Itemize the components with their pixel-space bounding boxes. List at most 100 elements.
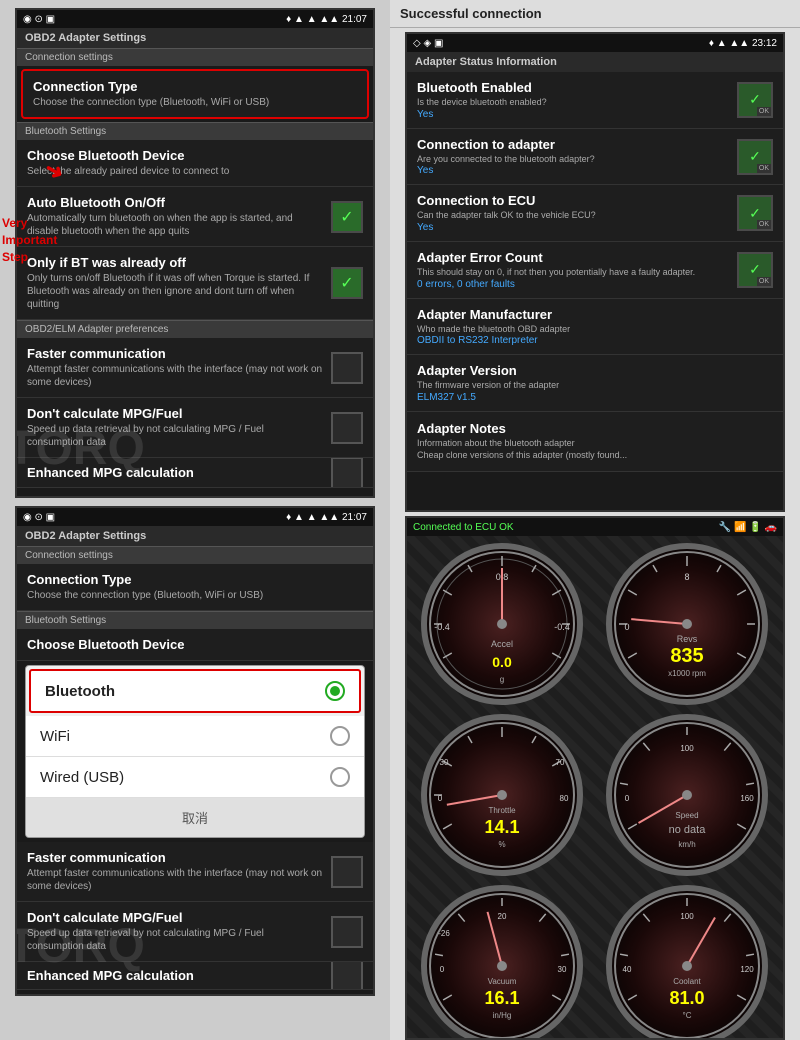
adapter-connection-value: Yes [417, 165, 729, 176]
adapter-error-item: Adapter Error Count This should stay on … [407, 242, 783, 299]
enhanced-mpg-checkbox[interactable] [331, 458, 363, 488]
enhanced-mpg-item[interactable]: Enhanced MPG calculation [17, 458, 373, 488]
svg-text:Throttle: Throttle [488, 806, 516, 815]
svg-text:120: 120 [740, 965, 754, 974]
adapter-manufacturer-item: Adapter Manufacturer Who made the blueto… [407, 299, 783, 356]
adapter-error-desc: This should stay on 0, if not then you p… [417, 267, 729, 279]
svg-text:81.0: 81.0 [669, 988, 704, 1008]
connection-type-title: Connection Type [33, 79, 357, 94]
auto-bluetooth-checkbox[interactable]: ✓ [331, 201, 363, 233]
adapter-error-title: Adapter Error Count [417, 250, 729, 265]
gauges-status-icons: 🔧 📶 🔋 🚗 [719, 522, 777, 533]
svg-text:Revs: Revs [677, 634, 698, 644]
bottom-enhanced-mpg-item[interactable]: Enhanced MPG calculation [17, 962, 373, 990]
svg-text:g: g [500, 675, 504, 684]
right-app-title: Adapter Status Information [407, 52, 783, 72]
gauges-status-bar: Connected to ECU OK 🔧 📶 🔋 🚗 [407, 518, 783, 536]
svg-text:Vacuum: Vacuum [488, 977, 517, 986]
dropdown-wifi-option[interactable]: WiFi [26, 716, 364, 757]
bottom-connection-header: Connection settings [17, 546, 373, 564]
bottom-connection-type-item[interactable]: Connection Type Choose the connection ty… [17, 564, 373, 611]
adapter-error-value: 0 errors, 0 other faults [417, 279, 729, 290]
status-right: ♦ ▲ ▲ ▲▲ 21:07 [286, 14, 367, 25]
adapter-ecu-title: Connection to ECU [417, 193, 729, 208]
svg-text:30: 30 [440, 758, 449, 767]
wifi-radio[interactable] [330, 726, 350, 746]
adapter-bluetooth-title: Bluetooth Enabled [417, 80, 729, 95]
adapter-version-title: Adapter Version [417, 363, 773, 378]
svg-text:0: 0 [440, 965, 445, 974]
gauge-revs: 8 0 Revs 835 x1000 rpm [598, 542, 777, 707]
dropdown-cancel-btn[interactable]: 取消 [26, 798, 364, 837]
svg-text:0.0: 0.0 [492, 654, 512, 670]
successful-connection-label: Successful connection [390, 0, 800, 28]
usb-radio[interactable] [330, 767, 350, 787]
right-status-left: ◇ ◈ ▣ [413, 38, 443, 49]
svg-text:100: 100 [680, 912, 694, 921]
bottom-faster-comm-item[interactable]: Faster communication Attempt faster comm… [17, 842, 373, 902]
adapter-connection-ok: ✓ [737, 139, 773, 175]
no-mpg-item[interactable]: Don't calculate MPG/Fuel Speed up data r… [17, 398, 373, 458]
svg-text:-0.4: -0.4 [554, 622, 570, 632]
svg-text:km/h: km/h [678, 840, 695, 849]
bottom-no-mpg-item[interactable]: Don't calculate MPG/Fuel Speed up data r… [17, 902, 373, 962]
gauges-status-text: Connected to ECU OK [413, 522, 514, 533]
gauge-coolant: 40 120 100 Coolant 81.0 °C [598, 884, 777, 1040]
gauges-grid: 0.8 -0.4 -0.4 Accel 0.0 g [407, 536, 783, 1038]
enhanced-mpg-title: Enhanced MPG calculation [27, 465, 323, 480]
bottom-enhanced-mpg-checkbox[interactable] [331, 962, 363, 990]
wifi-option-label: WiFi [40, 728, 70, 745]
bt-already-off-checkbox[interactable]: ✓ [331, 267, 363, 299]
connection-type-item[interactable]: Connection Type Choose the connection ty… [21, 69, 369, 119]
adapter-notes-value: Cheap clone versions of this adapter (mo… [417, 450, 773, 462]
right-status-bar: ◇ ◈ ▣ ♦ ▲ ▲▲ 23:12 [407, 34, 783, 52]
svg-text:70: 70 [556, 758, 565, 767]
svg-text:100: 100 [680, 744, 694, 753]
auto-bluetooth-item[interactable]: Auto Bluetooth On/Off Automatically turn… [17, 187, 373, 247]
bottom-connection-type-title: Connection Type [27, 572, 363, 587]
bottom-left-app-title: OBD2 Adapter Settings [17, 526, 373, 546]
svg-text:Speed: Speed [675, 811, 698, 820]
adapter-ecu-value: Yes [417, 222, 729, 233]
adapter-error-ok: ✓ [737, 252, 773, 288]
svg-text:14.1: 14.1 [484, 817, 519, 837]
adapter-bluetooth-ok: ✓ [737, 82, 773, 118]
gauge-accel: 0.8 -0.4 -0.4 Accel 0.0 g [413, 542, 592, 707]
top-right-phone: ◇ ◈ ▣ ♦ ▲ ▲▲ 23:12 Adapter Status Inform… [405, 32, 785, 512]
adapter-manufacturer-value[interactable]: OBDII to RS232 Interpreter [417, 335, 773, 346]
bluetooth-radio[interactable] [325, 681, 345, 701]
bottom-right-phone: Connected to ECU OK 🔧 📶 🔋 🚗 [405, 516, 785, 1040]
svg-text:°C: °C [683, 1011, 692, 1020]
no-mpg-desc: Speed up data retrieval by not calculati… [27, 423, 323, 449]
adapter-notes-desc: Information about the bluetooth adapter [417, 438, 773, 450]
dropdown-bluetooth-option[interactable]: Bluetooth [29, 669, 361, 713]
gauge-vacuum: 0 30 20 -26 Vacuum 16.1 in/Hg [413, 884, 592, 1040]
bottom-enhanced-mpg-title: Enhanced MPG calculation [27, 968, 323, 983]
faster-comm-desc: Attempt faster communications with the i… [27, 363, 323, 389]
bottom-left-status-bar: ◉ ⊙ ▣ ♦ ▲ ▲ ▲▲ 21:07 [17, 508, 373, 526]
choose-bluetooth-item[interactable]: Choose Bluetooth Device Select the alrea… [17, 140, 373, 187]
bottom-faster-comm-title: Faster communication [27, 850, 323, 865]
bottom-faster-comm-checkbox[interactable] [331, 856, 363, 888]
dropdown-usb-option[interactable]: Wired (USB) [26, 757, 364, 798]
no-mpg-title: Don't calculate MPG/Fuel [27, 406, 323, 421]
obd-preferences-header: OBD2/ELM Adapter preferences [17, 320, 373, 338]
bottom-choose-device-title: Choose Bluetooth Device [27, 637, 363, 652]
bt-already-off-item[interactable]: Only if BT was already off Only turns on… [17, 247, 373, 320]
bottom-choose-device-item[interactable]: Choose Bluetooth Device [17, 629, 373, 661]
bottom-connection-type-desc: Choose the connection type (Bluetooth, W… [27, 589, 363, 602]
no-mpg-checkbox[interactable] [331, 412, 363, 444]
top-left-phone: ◉ ⊙ ▣ ♦ ▲ ▲ ▲▲ 21:07 OBD2 Adapter Settin… [15, 8, 375, 498]
svg-text:160: 160 [740, 794, 754, 803]
top-left-status-bar: ◉ ⊙ ▣ ♦ ▲ ▲ ▲▲ 21:07 [17, 10, 373, 28]
faster-comm-item[interactable]: Faster communication Attempt faster comm… [17, 338, 373, 398]
bottom-no-mpg-checkbox[interactable] [331, 916, 363, 948]
adapter-manufacturer-desc: Who made the bluetooth OBD adapter [417, 324, 773, 336]
usb-option-label: Wired (USB) [40, 769, 124, 786]
faster-comm-checkbox[interactable] [331, 352, 363, 384]
adapter-bluetooth-value: Yes [417, 109, 729, 120]
bt-already-off-title: Only if BT was already off [27, 255, 323, 270]
choose-bluetooth-desc: Select the already paired device to conn… [27, 165, 363, 178]
cancel-label: 取消 [182, 811, 208, 826]
adapter-notes-title: Adapter Notes [417, 421, 773, 436]
